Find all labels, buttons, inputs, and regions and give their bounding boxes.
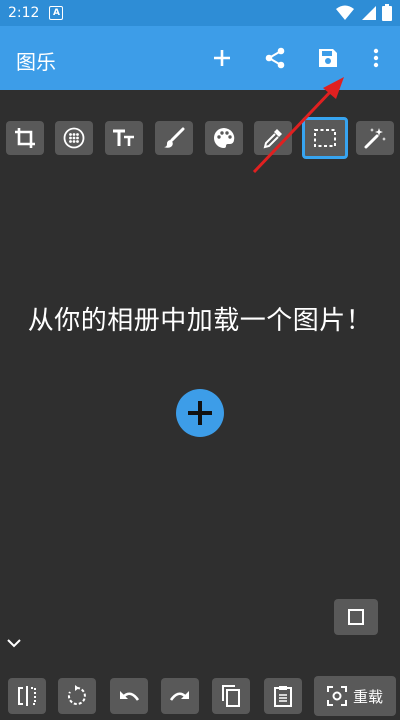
battery-icon (382, 4, 392, 21)
paste-icon (274, 686, 292, 707)
reset-label: 重载 (352, 687, 383, 706)
palette-tool-button[interactable] (205, 121, 243, 155)
share-button[interactable] (259, 42, 291, 74)
notification-a-icon: A (49, 6, 64, 20)
chevron-down-icon[interactable] (6, 635, 22, 651)
add-button[interactable] (206, 42, 238, 74)
status-bar: 2:12 A (0, 0, 400, 26)
add-icon (214, 50, 230, 66)
grid-tool-button[interactable] (55, 121, 93, 155)
square-icon (348, 609, 364, 625)
more-options-button[interactable] (360, 42, 392, 74)
copy-button[interactable] (212, 678, 250, 714)
signal-icon (362, 5, 376, 20)
crop-tool-button[interactable] (6, 121, 44, 155)
mirror-button[interactable] (8, 678, 46, 714)
palette-icon (214, 128, 235, 148)
eyedropper-tool-button[interactable] (254, 121, 292, 155)
share-icon (265, 47, 285, 69)
text-icon (113, 129, 134, 146)
add-image-fab[interactable] (176, 389, 224, 437)
select-tool-button[interactable] (302, 117, 348, 159)
copy-icon (222, 685, 240, 707)
grid-dots-icon (63, 127, 85, 149)
magic-wand-tool-button[interactable] (356, 121, 394, 155)
undo-button[interactable] (110, 678, 148, 714)
fullscreen-toggle-button[interactable] (334, 599, 378, 635)
more-vert-icon (373, 48, 379, 68)
status-time: 2:12 (8, 5, 40, 21)
eyedropper-icon (263, 129, 282, 149)
brush-icon (164, 127, 185, 148)
wifi-icon (336, 5, 354, 20)
redo-button[interactable] (161, 678, 199, 714)
rotate-button[interactable] (58, 678, 96, 714)
crop-icon (15, 128, 35, 148)
paste-button[interactable] (264, 678, 302, 714)
reset-button[interactable]: 重载 (314, 676, 396, 716)
app-title: 图乐 (16, 50, 56, 74)
text-tool-button[interactable] (105, 121, 143, 155)
undo-icon (120, 691, 140, 701)
brush-tool-button[interactable] (155, 121, 193, 155)
mirror-icon (18, 686, 36, 706)
save-button[interactable] (312, 42, 344, 74)
app-bar: 图乐 (0, 26, 400, 90)
load-image-message: 从你的相册中加载一个图片！ (27, 306, 373, 336)
add-icon (188, 401, 212, 425)
magic-wand-icon (364, 128, 386, 149)
status-icons (336, 4, 392, 21)
focus-reset-icon (326, 686, 347, 706)
rotate-icon (67, 685, 86, 705)
redo-icon (169, 691, 189, 701)
select-rect-icon (314, 129, 336, 147)
save-icon (319, 49, 337, 67)
